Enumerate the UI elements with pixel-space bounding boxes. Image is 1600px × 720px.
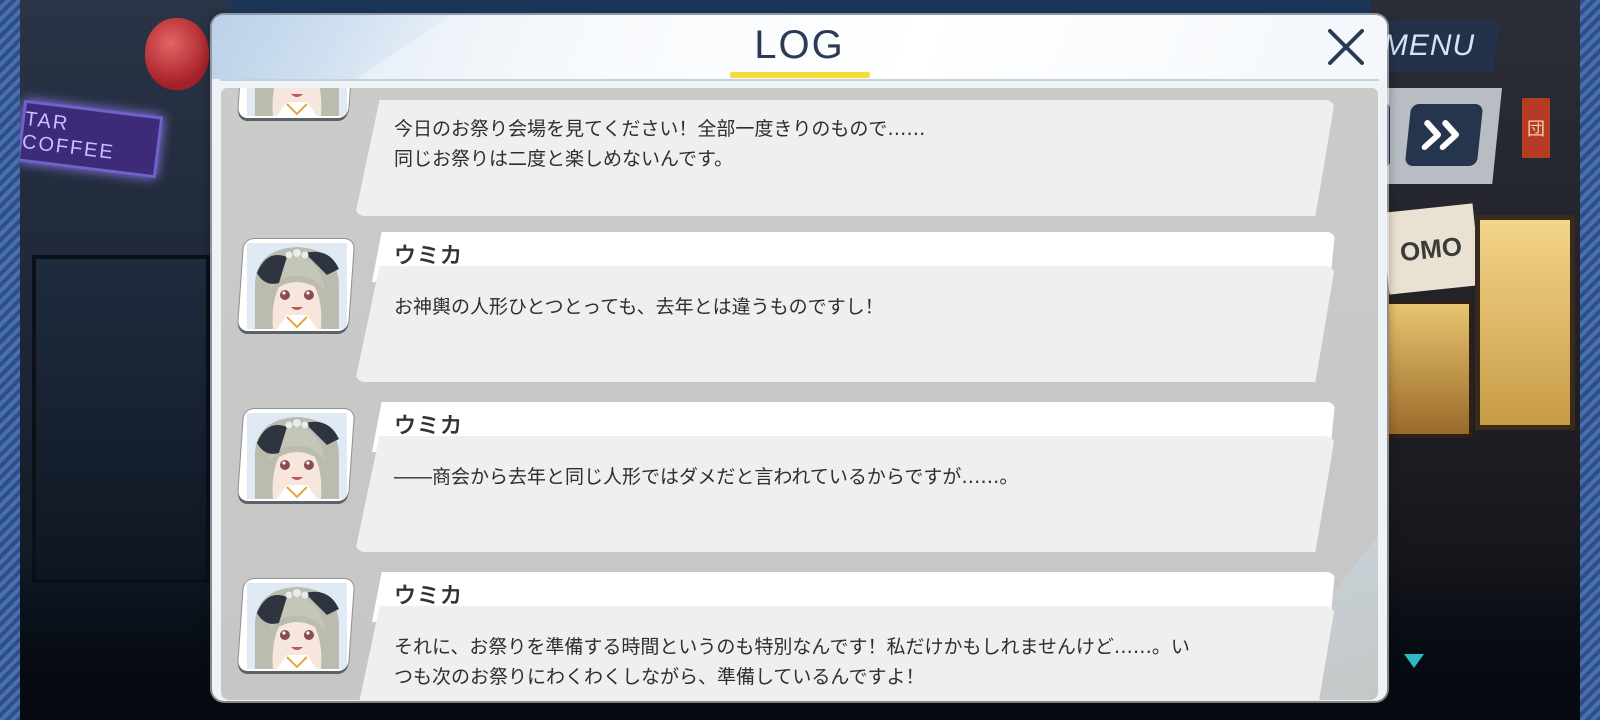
next-indicator-icon [1404, 654, 1424, 668]
left-border-stripe [0, 0, 20, 720]
log-entry: ウミカ それに、お祭りを準備する時間というのも特別なんです！私だけかもしれません… [221, 572, 1378, 700]
speaker-name: ウミカ [394, 584, 464, 609]
store-sign: OMO [1380, 203, 1482, 295]
message-text: それに、お祭りを準備する時間というのも特別なんです！私だけかもしれませんけど……… [394, 636, 1190, 688]
skip-button[interactable] [1404, 104, 1484, 166]
character-avatar [237, 88, 355, 118]
close-button[interactable] [1324, 25, 1368, 69]
log-entry: ウミカ お神輿の人形ひとつとっても、去年とは違うものですし！ [221, 232, 1378, 396]
store-front [1385, 300, 1473, 438]
log-header: LOG [212, 15, 1387, 79]
log-scroll-area[interactable]: 今日のお祭り会場を見てください！全部一度きりのもので…… 同じお祭りは二度と楽し… [221, 88, 1378, 700]
right-border-stripe [1580, 0, 1600, 720]
fast-forward-icon [1421, 120, 1460, 150]
speaker-name: ウミカ [394, 244, 464, 269]
log-title: LOG [754, 23, 845, 67]
lit-shop-window [1475, 215, 1575, 430]
message-text: お神輿の人形ひとつとっても、去年とは違うものですし！ [394, 296, 884, 318]
character-avatar [237, 239, 355, 331]
header-divider [220, 79, 1379, 81]
red-lantern [145, 18, 209, 90]
log-panel: LOG 今日のお祭り会場を見てください！全部一度きりのもので…… 同じお祭りは二… [212, 15, 1387, 701]
character-avatar [237, 409, 355, 501]
log-entry: 今日のお祭り会場を見てください！全部一度きりのもので…… 同じお祭りは二度と楽し… [221, 88, 1378, 246]
speaker-name: ウミカ [394, 414, 464, 439]
message-text: ――商会から去年と同じ人形ではダメだと言われているからですが……。 [394, 466, 1019, 488]
message-bubble [355, 436, 1335, 552]
character-avatar [237, 579, 355, 671]
message-text: 今日のお祭り会場を見てください！全部一度きりのもので…… 同じお祭りは二度と楽し… [394, 118, 926, 170]
message-bubble [355, 266, 1335, 382]
log-entry: ウミカ ――商会から去年と同じ人形ではダメだと言われているからですが……。 [221, 402, 1378, 566]
kanji-sign: 団 [1522, 98, 1550, 158]
shop-window [32, 255, 210, 583]
close-icon [1328, 29, 1364, 65]
title-underline [730, 72, 870, 78]
